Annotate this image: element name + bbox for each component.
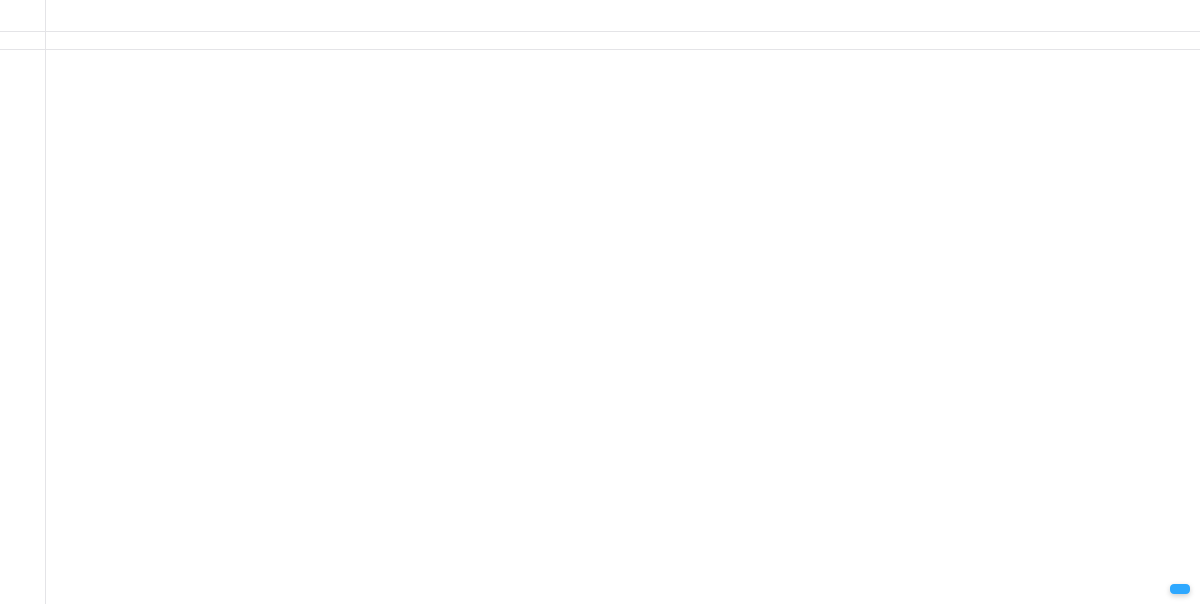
time-column bbox=[0, 50, 46, 604]
allday-label bbox=[0, 32, 46, 49]
calendar-header bbox=[0, 0, 1200, 32]
week-indicator bbox=[0, 0, 46, 31]
new-task-button[interactable] bbox=[1170, 584, 1190, 594]
allday-row bbox=[0, 32, 1200, 50]
day-columns[interactable] bbox=[46, 50, 1200, 604]
calendar-grid bbox=[0, 50, 1200, 604]
